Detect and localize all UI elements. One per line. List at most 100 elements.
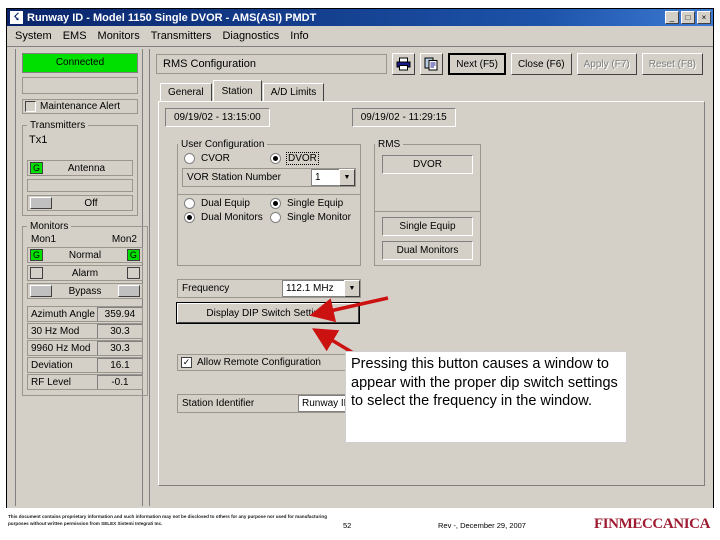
window-controls: _ □ × <box>665 11 711 24</box>
next-button[interactable]: Next (F5) <box>448 53 506 75</box>
monitor-normal-label: Normal <box>68 249 102 261</box>
footer-disclaimer: This document contains proprietary infor… <box>8 514 328 527</box>
date-field-right: 09/19/02 - 11:29:15 <box>351 108 456 127</box>
apply-button: Apply (F7) <box>576 53 637 75</box>
tab-station[interactable]: Station <box>212 80 262 101</box>
rms-equip-field: Single Equip <box>382 217 473 236</box>
menu-bar: System EMS Monitors Transmitters Diagnos… <box>7 26 713 46</box>
monitor-bypass-row[interactable]: Bypass <box>27 283 143 299</box>
dual-equip-radio[interactable] <box>184 198 195 209</box>
maintenance-alert-checkbox[interactable] <box>25 101 36 112</box>
rf-level-label: RF Level <box>31 376 72 388</box>
monitor-radio-group: Dual Monitors Single Monitor <box>178 209 360 223</box>
transmitter-off-button[interactable] <box>30 197 52 209</box>
transmitters-legend: Transmitters <box>30 120 86 131</box>
printer-glyph <box>396 57 411 71</box>
azimuth-angle-label: Azimuth Angle <box>31 308 95 320</box>
menu-item-transmitters[interactable]: Transmitters <box>147 29 219 43</box>
mod-9960hz-value: 30.3 <box>96 341 142 355</box>
mod-9960hz-label: 9960 Hz Mod <box>31 342 91 354</box>
antenna-status-badge: G <box>30 162 43 174</box>
monitor-2-header: Mon2 <box>111 234 137 245</box>
monitors-group: Monitors Mon1 Mon2 G Normal G Alarm Bypa… <box>22 221 148 396</box>
monitor-normal-row[interactable]: G Normal G <box>27 247 143 263</box>
frequency-value[interactable]: 112.1 MHz <box>282 280 344 297</box>
printer-icon[interactable] <box>392 53 416 75</box>
monitor-2-alarm-indicator <box>126 267 140 279</box>
dvor-radio[interactable] <box>270 153 281 164</box>
maximize-button[interactable]: □ <box>681 11 695 24</box>
window-title: Runway ID - Model 1150 Single DVOR - AMS… <box>27 11 317 24</box>
monitors-legend: Monitors <box>30 221 69 232</box>
user-configuration-legend: User Configuration <box>181 139 265 150</box>
frequency-row[interactable]: Frequency 112.1 MHz ▼ <box>177 279 361 298</box>
deviation-value: 16.1 <box>96 358 142 372</box>
single-monitor-radio[interactable] <box>270 212 281 223</box>
equipment-radio-group: Dual Equip Single Equip <box>178 195 360 209</box>
chevron-down-icon[interactable]: ▼ <box>339 169 355 186</box>
user-configuration-panel: User Configuration CVOR DVOR VOR Station… <box>177 139 361 266</box>
menu-item-ems[interactable]: EMS <box>59 29 94 43</box>
close-pane-button[interactable]: Close (F6) <box>510 53 572 75</box>
single-equip-radio[interactable] <box>270 198 281 209</box>
monitor-alarm-row[interactable]: Alarm <box>27 265 143 281</box>
dvor-label: DVOR <box>286 152 319 165</box>
station-identifier-row[interactable]: Station Identifier Runway ID <box>177 394 371 413</box>
measurement-row: 30 Hz Mod 30.3 <box>27 323 143 339</box>
monitor-1-alarm-indicator <box>30 267 43 279</box>
single-monitor-label: Single Monitor <box>287 212 351 223</box>
vor-station-number-label: VOR Station Number <box>187 172 281 183</box>
frequency-chevron-down-icon[interactable]: ▼ <box>344 280 360 297</box>
cvor-label: CVOR <box>201 153 230 164</box>
frequency-label: Frequency <box>182 283 230 294</box>
tab-strip: General Station A/D Limits <box>150 75 709 101</box>
status-sidebar: Connected Maintenance Alert Transmitters… <box>15 49 148 506</box>
menu-item-monitors[interactable]: Monitors <box>94 29 147 43</box>
transmitter-spacer-row <box>27 179 133 192</box>
rf-level-value: -0.1 <box>96 375 142 389</box>
copy-icon[interactable] <box>420 53 444 75</box>
vor-station-number-row[interactable]: VOR Station Number 1 ▼ <box>182 168 356 187</box>
mod-30hz-value: 30.3 <box>96 324 142 338</box>
display-dip-switch-settings-button[interactable]: Display DIP Switch Settings <box>176 302 360 324</box>
single-equip-label: Single Equip <box>287 198 344 209</box>
monitor-1-header: Mon1 <box>31 234 57 245</box>
allow-remote-configuration-checkbox[interactable]: ✓ <box>181 357 192 368</box>
measurement-row: Azimuth Angle 359.94 <box>27 306 143 322</box>
date-row: 09/19/02 - 13:15:00 09/19/02 - 11:29:15 <box>159 102 704 127</box>
monitor-2-bypass-button[interactable] <box>117 285 140 297</box>
annotation-callout: Pressing this button causes a window to … <box>345 351 627 443</box>
antenna-label: Antenna <box>67 162 106 174</box>
rms-monitors-field: Dual Monitors <box>382 241 473 260</box>
allow-remote-configuration-label: Allow Remote Configuration <box>197 357 321 368</box>
menu-item-system[interactable]: System <box>11 29 59 43</box>
rms-divider <box>375 211 480 212</box>
tab-general[interactable]: General <box>160 83 212 101</box>
dual-monitors-radio[interactable] <box>184 212 195 223</box>
rms-panel: RMS DVOR Single Equip Dual Monitors <box>374 139 481 266</box>
footer-page-number: 52 <box>343 521 352 530</box>
vor-station-number-value[interactable]: 1 <box>311 169 339 186</box>
measurement-row: RF Level -0.1 <box>27 374 143 390</box>
title-bar: ☇ Runway ID - Model 1150 Single DVOR - A… <box>7 9 713 26</box>
mod-30hz-label: 30 Hz Mod <box>31 325 80 337</box>
connection-status-indicator: Connected <box>22 53 138 73</box>
minimize-button[interactable]: _ <box>665 11 679 24</box>
reset-button: Reset (F8) <box>641 53 703 75</box>
transmitter-off-row[interactable]: Off <box>27 195 133 211</box>
menu-item-diagnostics[interactable]: Diagnostics <box>218 29 286 43</box>
close-button[interactable]: × <box>697 11 711 24</box>
monitor-1-bypass-button[interactable] <box>30 285 52 297</box>
date-field-left: 09/19/02 - 13:15:00 <box>165 108 270 127</box>
cvor-radio[interactable] <box>184 153 195 164</box>
antenna-status-row[interactable]: G Antenna <box>27 160 133 176</box>
tab-ad-limits[interactable]: A/D Limits <box>262 83 325 101</box>
maintenance-alert-row[interactable]: Maintenance Alert <box>22 99 138 114</box>
slide-page: ☇ Runway ID - Model 1150 Single DVOR - A… <box>0 0 720 540</box>
rms-type-field: DVOR <box>382 155 473 174</box>
menu-item-info[interactable]: Info <box>286 29 315 43</box>
measurement-row: 9960 Hz Mod 30.3 <box>27 340 143 356</box>
measurement-row: Deviation 16.1 <box>27 357 143 373</box>
footer-revision: Rev -, December 29, 2007 <box>438 521 526 530</box>
monitor-alarm-label: Alarm <box>71 267 99 279</box>
